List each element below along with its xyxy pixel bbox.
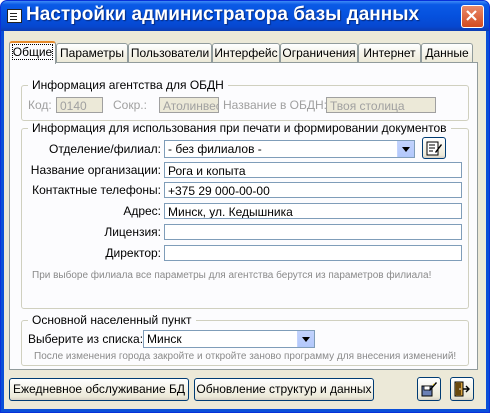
print-info-group: Информация для использования при печати … <box>21 121 469 309</box>
tab-restrictions[interactable]: Ограничения <box>280 43 358 62</box>
edit-branches-button[interactable] <box>422 137 446 159</box>
tab-panel-general: Информация агентства для ОБДН Код: 0140 … <box>9 62 478 370</box>
daily-maintenance-button[interactable]: Ежедневное обслуживание БД <box>9 378 189 401</box>
chevron-down-icon <box>402 147 410 152</box>
director-label: Директор: <box>105 246 161 260</box>
tab-users[interactable]: Пользователи <box>128 43 212 62</box>
tab-internet[interactable]: Интернет <box>358 43 421 62</box>
code-field: 0140 <box>56 97 103 113</box>
address-field[interactable]: Минск, ул. Кедышника <box>164 203 462 219</box>
director-field[interactable] <box>164 245 462 261</box>
exit-button[interactable] <box>450 377 474 401</box>
title-bar[interactable]: Настройки администратора базы данных <box>1 1 489 31</box>
tab-data[interactable]: Данные <box>421 43 473 62</box>
city-note: После изменения города закройте и открой… <box>34 351 457 362</box>
city-group-label: Основной населенный пункт <box>28 313 196 327</box>
city-select[interactable]: Минск <box>143 330 315 348</box>
license-field[interactable] <box>164 224 462 240</box>
short-name-label: Сокр.: <box>113 98 147 112</box>
client-area: Общие Параметры Пользователи Интерфейс О… <box>4 31 486 409</box>
city-select-label: Выберите из списка: <box>28 332 144 346</box>
phones-field[interactable]: +375 29 000-00-00 <box>164 182 462 198</box>
license-label: Лицензия: <box>104 225 161 239</box>
chevron-down-icon <box>302 337 310 342</box>
tab-general[interactable]: Общие <box>9 41 56 64</box>
save-edit-icon <box>421 382 437 397</box>
agency-group: Информация агентства для ОБДН Код: 0140 … <box>21 78 469 121</box>
obdn-name-label: Название в ОБДН: <box>223 98 328 112</box>
phones-label: Контактные телефоны: <box>32 183 161 197</box>
code-label: Код: <box>28 98 52 112</box>
org-name-label: Название организации: <box>30 163 161 177</box>
short-name-field: Атолинвест <box>159 97 219 113</box>
branch-note: При выборе филиала все параметры для аге… <box>32 270 432 281</box>
update-structures-button[interactable]: Обновление структур и данных <box>194 378 374 401</box>
edit-note-icon <box>426 141 442 156</box>
branch-label: Отделение/филиал: <box>48 142 161 156</box>
city-select-value: Минск <box>147 332 182 346</box>
dialog-window: Настройки администратора базы данных Общ… <box>0 0 490 413</box>
tab-interface[interactable]: Интерфейс <box>212 43 280 62</box>
window-title: Настройки администратора базы данных <box>26 4 420 25</box>
obdn-name-field: Твоя столица <box>326 97 436 113</box>
save-button[interactable] <box>417 377 441 401</box>
close-icon <box>466 10 477 21</box>
branch-select[interactable]: - без филиалов - <box>164 140 415 158</box>
exit-door-icon <box>454 381 470 397</box>
print-info-group-label: Информация для использования при печати … <box>28 121 451 135</box>
branch-dropdown-button[interactable] <box>397 141 414 157</box>
agency-group-label: Информация агентства для ОБДН <box>28 78 228 92</box>
branch-select-value: - без филиалов - <box>168 142 262 156</box>
org-name-field[interactable]: Рога и копыта <box>164 162 462 178</box>
city-dropdown-button[interactable] <box>297 331 314 347</box>
app-icon[interactable] <box>7 9 22 23</box>
city-group: Основной населенный пункт Выберите из сп… <box>21 313 469 366</box>
close-button[interactable] <box>461 5 484 28</box>
address-label: Адрес: <box>123 204 161 218</box>
tab-parameters[interactable]: Параметры <box>56 43 128 62</box>
